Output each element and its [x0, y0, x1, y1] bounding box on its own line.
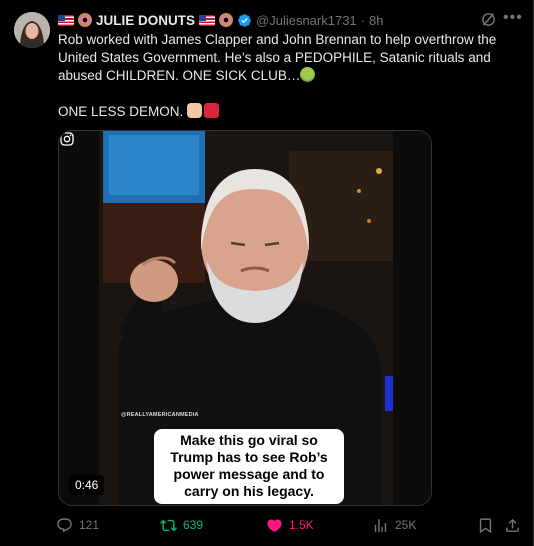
share-button[interactable]	[504, 512, 521, 538]
repost-button[interactable]: 639	[160, 512, 203, 538]
donut-icon	[78, 13, 92, 27]
us-flag-icon	[58, 14, 74, 26]
tweet-paragraph-1: Rob worked with James Clapper and John B…	[58, 32, 497, 83]
grok-icon[interactable]	[480, 11, 497, 28]
author-handle[interactable]: @Juliesnark1731	[256, 13, 357, 28]
author-name[interactable]: JULIE DONUTS	[96, 13, 195, 28]
verified-badge-icon[interactable]	[237, 13, 252, 28]
repost-count: 639	[183, 518, 204, 532]
avatar-image	[14, 12, 50, 48]
repost-icon	[160, 519, 177, 531]
like-button[interactable]: 1.5K	[266, 512, 314, 538]
instagram-handle: @REALLYAMERICANMEDIA	[121, 412, 199, 418]
donut-icon	[219, 13, 234, 27]
tweet[interactable]: JULIE DONUTS @Juliesnark1731 · 8h ••• Ro…	[0, 0, 534, 546]
reply-button[interactable]: 121	[56, 512, 99, 538]
tweet-paragraph-2: ONE LESS DEMON.	[58, 104, 184, 119]
video-caption: Make this go viral so Trump has to see R…	[154, 429, 344, 504]
action-bar: 121 639 1.5K 25K	[0, 512, 534, 538]
video-player[interactable]: @REALLYAMERICANMEDIA Make this go viral …	[58, 130, 432, 506]
like-icon	[267, 518, 282, 532]
reply-count: 121	[79, 518, 100, 532]
goblin-emoji-icon	[204, 103, 220, 118]
avatar[interactable]	[14, 12, 50, 48]
tweet-text: Rob worked with James Clapper and John B…	[58, 31, 524, 121]
view-count: 25K	[395, 518, 417, 532]
video-duration: 0:46	[69, 475, 105, 495]
us-flag-icon	[199, 14, 216, 26]
bookmark-icon	[479, 517, 492, 533]
time-separator: ·	[360, 12, 366, 28]
like-count: 1.5K	[289, 518, 314, 532]
views-button[interactable]: 25K	[372, 512, 416, 538]
more-icon[interactable]: •••	[503, 9, 523, 27]
tweet-header: JULIE DONUTS @Juliesnark1731 · 8h	[58, 11, 383, 29]
share-icon	[506, 518, 519, 532]
nauseated-face-emoji-icon	[300, 67, 316, 82]
waving-hand-emoji-icon	[187, 103, 203, 118]
timestamp[interactable]: 8h	[369, 13, 383, 28]
bookmark-button[interactable]	[477, 512, 494, 538]
reply-icon	[57, 517, 72, 532]
instagram-icon	[60, 132, 74, 146]
views-icon	[374, 518, 387, 532]
